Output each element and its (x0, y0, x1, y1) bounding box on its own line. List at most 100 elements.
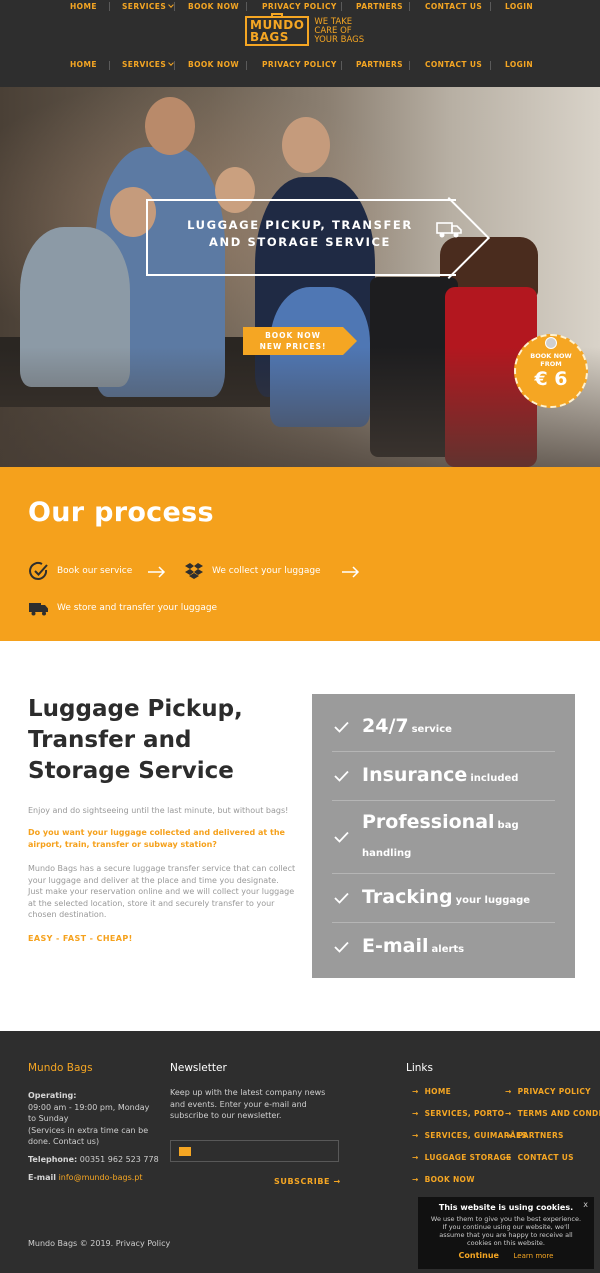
hero-book-now-button[interactable]: BOOK NOW NEW PRICES! (243, 327, 357, 355)
newsletter-text: Keep up with the latest company news and… (170, 1087, 340, 1122)
feature-subtitle: alerts (431, 944, 465, 955)
service-question: Do you want your luggage collected and d… (28, 828, 285, 849)
email-link[interactable]: info@mundo-bags.pt (59, 1173, 143, 1182)
nav-privacy-policy[interactable]: PRIVACY POLICY (262, 2, 337, 11)
footer-link-label: BOOK NOW (424, 1175, 475, 1184)
logo-badge: MUNDO BAGS (245, 13, 310, 46)
newsletter-line: subscribe to our newsletter. (170, 1111, 282, 1120)
footer-link-services-porto[interactable]: → SERVICES, PORTO (412, 1109, 504, 1118)
cookie-title: This website is using cookies. (438, 1203, 574, 1212)
close-icon[interactable]: x (583, 1200, 588, 1209)
cookie-continue-button[interactable]: Continue (459, 1251, 499, 1260)
footer-brand: Mundo Bags (28, 1062, 93, 1074)
feature-title: 24/7 (362, 715, 409, 737)
feature-item: 24/7 service (332, 704, 555, 752)
nav-home[interactable]: HOME (70, 2, 97, 11)
process-title: Our process (28, 497, 214, 528)
arrow-right-icon: → (505, 1087, 512, 1096)
nav-partners[interactable]: PARTNERS (356, 2, 403, 11)
feature-item: Professional bag handling (332, 801, 555, 874)
check-icon (334, 941, 349, 953)
feature-item: Insurance included (332, 752, 555, 801)
arrow-right-icon: → (412, 1087, 419, 1096)
badge-line: FROM (540, 360, 562, 368)
arrow-right-icon: → (412, 1175, 419, 1184)
footer-link-label: HOME (424, 1087, 452, 1096)
badge-hook (545, 337, 557, 349)
newsletter-email-input[interactable] (170, 1140, 339, 1162)
feature-title: Insurance (362, 764, 468, 786)
tagline-line: YOUR BAGS (314, 34, 365, 45)
copyright: Mundo Bags © 2019. Privacy Policy (28, 1239, 171, 1248)
email-label: E-mail (28, 1173, 57, 1182)
footer-link-terms[interactable]: → TERMS AND CONDITIONS (505, 1109, 600, 1118)
process-step-label: We store and transfer your luggage (57, 603, 218, 613)
envelope-icon (179, 1147, 191, 1156)
nav-privacy-policy[interactable]: PRIVACY POLICY (262, 60, 337, 69)
badge-line: BOOK NOW (530, 352, 572, 360)
feature-item: Tracking your luggage (332, 874, 555, 923)
top-nav-sticky: HOME SERVICES BOOK NOW PRIVACY POLICY PA… (0, 0, 600, 14)
nav-contact-us[interactable]: CONTACT US (425, 2, 482, 11)
newsletter-title: Newsletter (170, 1062, 227, 1074)
footer-link-book-now[interactable]: → BOOK NOW (412, 1175, 475, 1184)
feature-text: E-mail alerts (362, 933, 464, 963)
newsletter-line: and events. Enter your e-mail and (170, 1099, 307, 1109)
book-button-line: NEW PRICES! (259, 342, 327, 351)
nav-services[interactable]: SERVICES (122, 2, 174, 11)
nav-book-now[interactable]: BOOK NOW (188, 60, 239, 69)
subscribe-label: SUBSCRIBE (274, 1177, 331, 1186)
nav-divider (174, 2, 175, 11)
nav-home[interactable]: HOME (70, 60, 97, 69)
nav-partners[interactable]: PARTNERS (356, 60, 403, 69)
nav-contact-us[interactable]: CONTACT US (425, 60, 482, 69)
cookie-learn-more-link[interactable]: Learn more (514, 1252, 554, 1260)
boxes-icon (185, 563, 203, 579)
nav-divider (341, 2, 342, 11)
nav-divider (174, 61, 175, 70)
arrow-right-icon: → (505, 1131, 512, 1140)
footer-link-privacy-policy[interactable]: → PRIVACY POLICY (505, 1087, 591, 1096)
nav-divider (246, 61, 247, 70)
footer-link-luggage-storage[interactable]: → LUGGAGE STORAGE (412, 1153, 511, 1162)
process-step-label: Book our service (57, 566, 133, 576)
process-step: We store and transfer your luggage (29, 598, 217, 618)
nav-login[interactable]: LOGIN (505, 60, 533, 69)
nav-services[interactable]: SERVICES (122, 60, 174, 69)
footer-telephone: Telephone: 00351 962 523 778 (28, 1154, 159, 1166)
arrow-right-icon: → (505, 1109, 512, 1118)
footer-link-contact-us[interactable]: → CONTACT US (505, 1153, 574, 1162)
check-icon (334, 721, 349, 733)
subscribe-button[interactable]: SUBSCRIBE → (274, 1177, 341, 1186)
feature-subtitle: included (470, 773, 519, 784)
check-icon (334, 831, 349, 843)
cookie-actions: Continue Learn more (418, 1251, 594, 1260)
arrow-right-icon (342, 566, 360, 578)
book-button-line: BOOK NOW (265, 331, 321, 340)
feature-text: Insurance included (362, 762, 518, 792)
feature-title: E-mail (362, 935, 429, 957)
footer-link-label: CONTACT US (517, 1153, 574, 1162)
nav-book-now[interactable]: BOOK NOW (188, 2, 239, 11)
logo[interactable]: MUNDO BAGS WE TAKE CARE OF YOUR BAGS (245, 13, 365, 48)
service-info-section: Luggage Pickup, Transfer and Storage Ser… (0, 641, 600, 1031)
nav-login[interactable]: LOGIN (505, 2, 533, 11)
service-intro: Enjoy and do sightseeing until the last … (28, 806, 289, 815)
operating-label: Operating: (28, 1091, 77, 1100)
nav-divider (109, 61, 110, 70)
service-description: Mundo Bags has a secure luggage transfer… (28, 864, 296, 919)
links-title: Links (406, 1062, 433, 1074)
footer-link-partners[interactable]: → PARTNERS (505, 1131, 564, 1140)
footer-email: E-mail info@mundo-bags.pt (28, 1173, 143, 1182)
hero-photo-mother-head (282, 117, 330, 173)
operating-hours: to Sunday (28, 1114, 69, 1123)
check-icon (334, 892, 349, 904)
footer-link-home[interactable]: → HOME (412, 1087, 451, 1096)
nav-divider (409, 2, 410, 11)
feature-subtitle: bag (497, 820, 519, 831)
nav-divider (341, 61, 342, 70)
operating-hours: 09:00 am - 19:00 pm, Monday (28, 1102, 150, 1112)
process-step: Book our service (29, 561, 132, 581)
telephone-value[interactable]: 00351 962 523 778 (80, 1155, 159, 1164)
process-section: Our process Book our service We collect … (0, 467, 600, 641)
